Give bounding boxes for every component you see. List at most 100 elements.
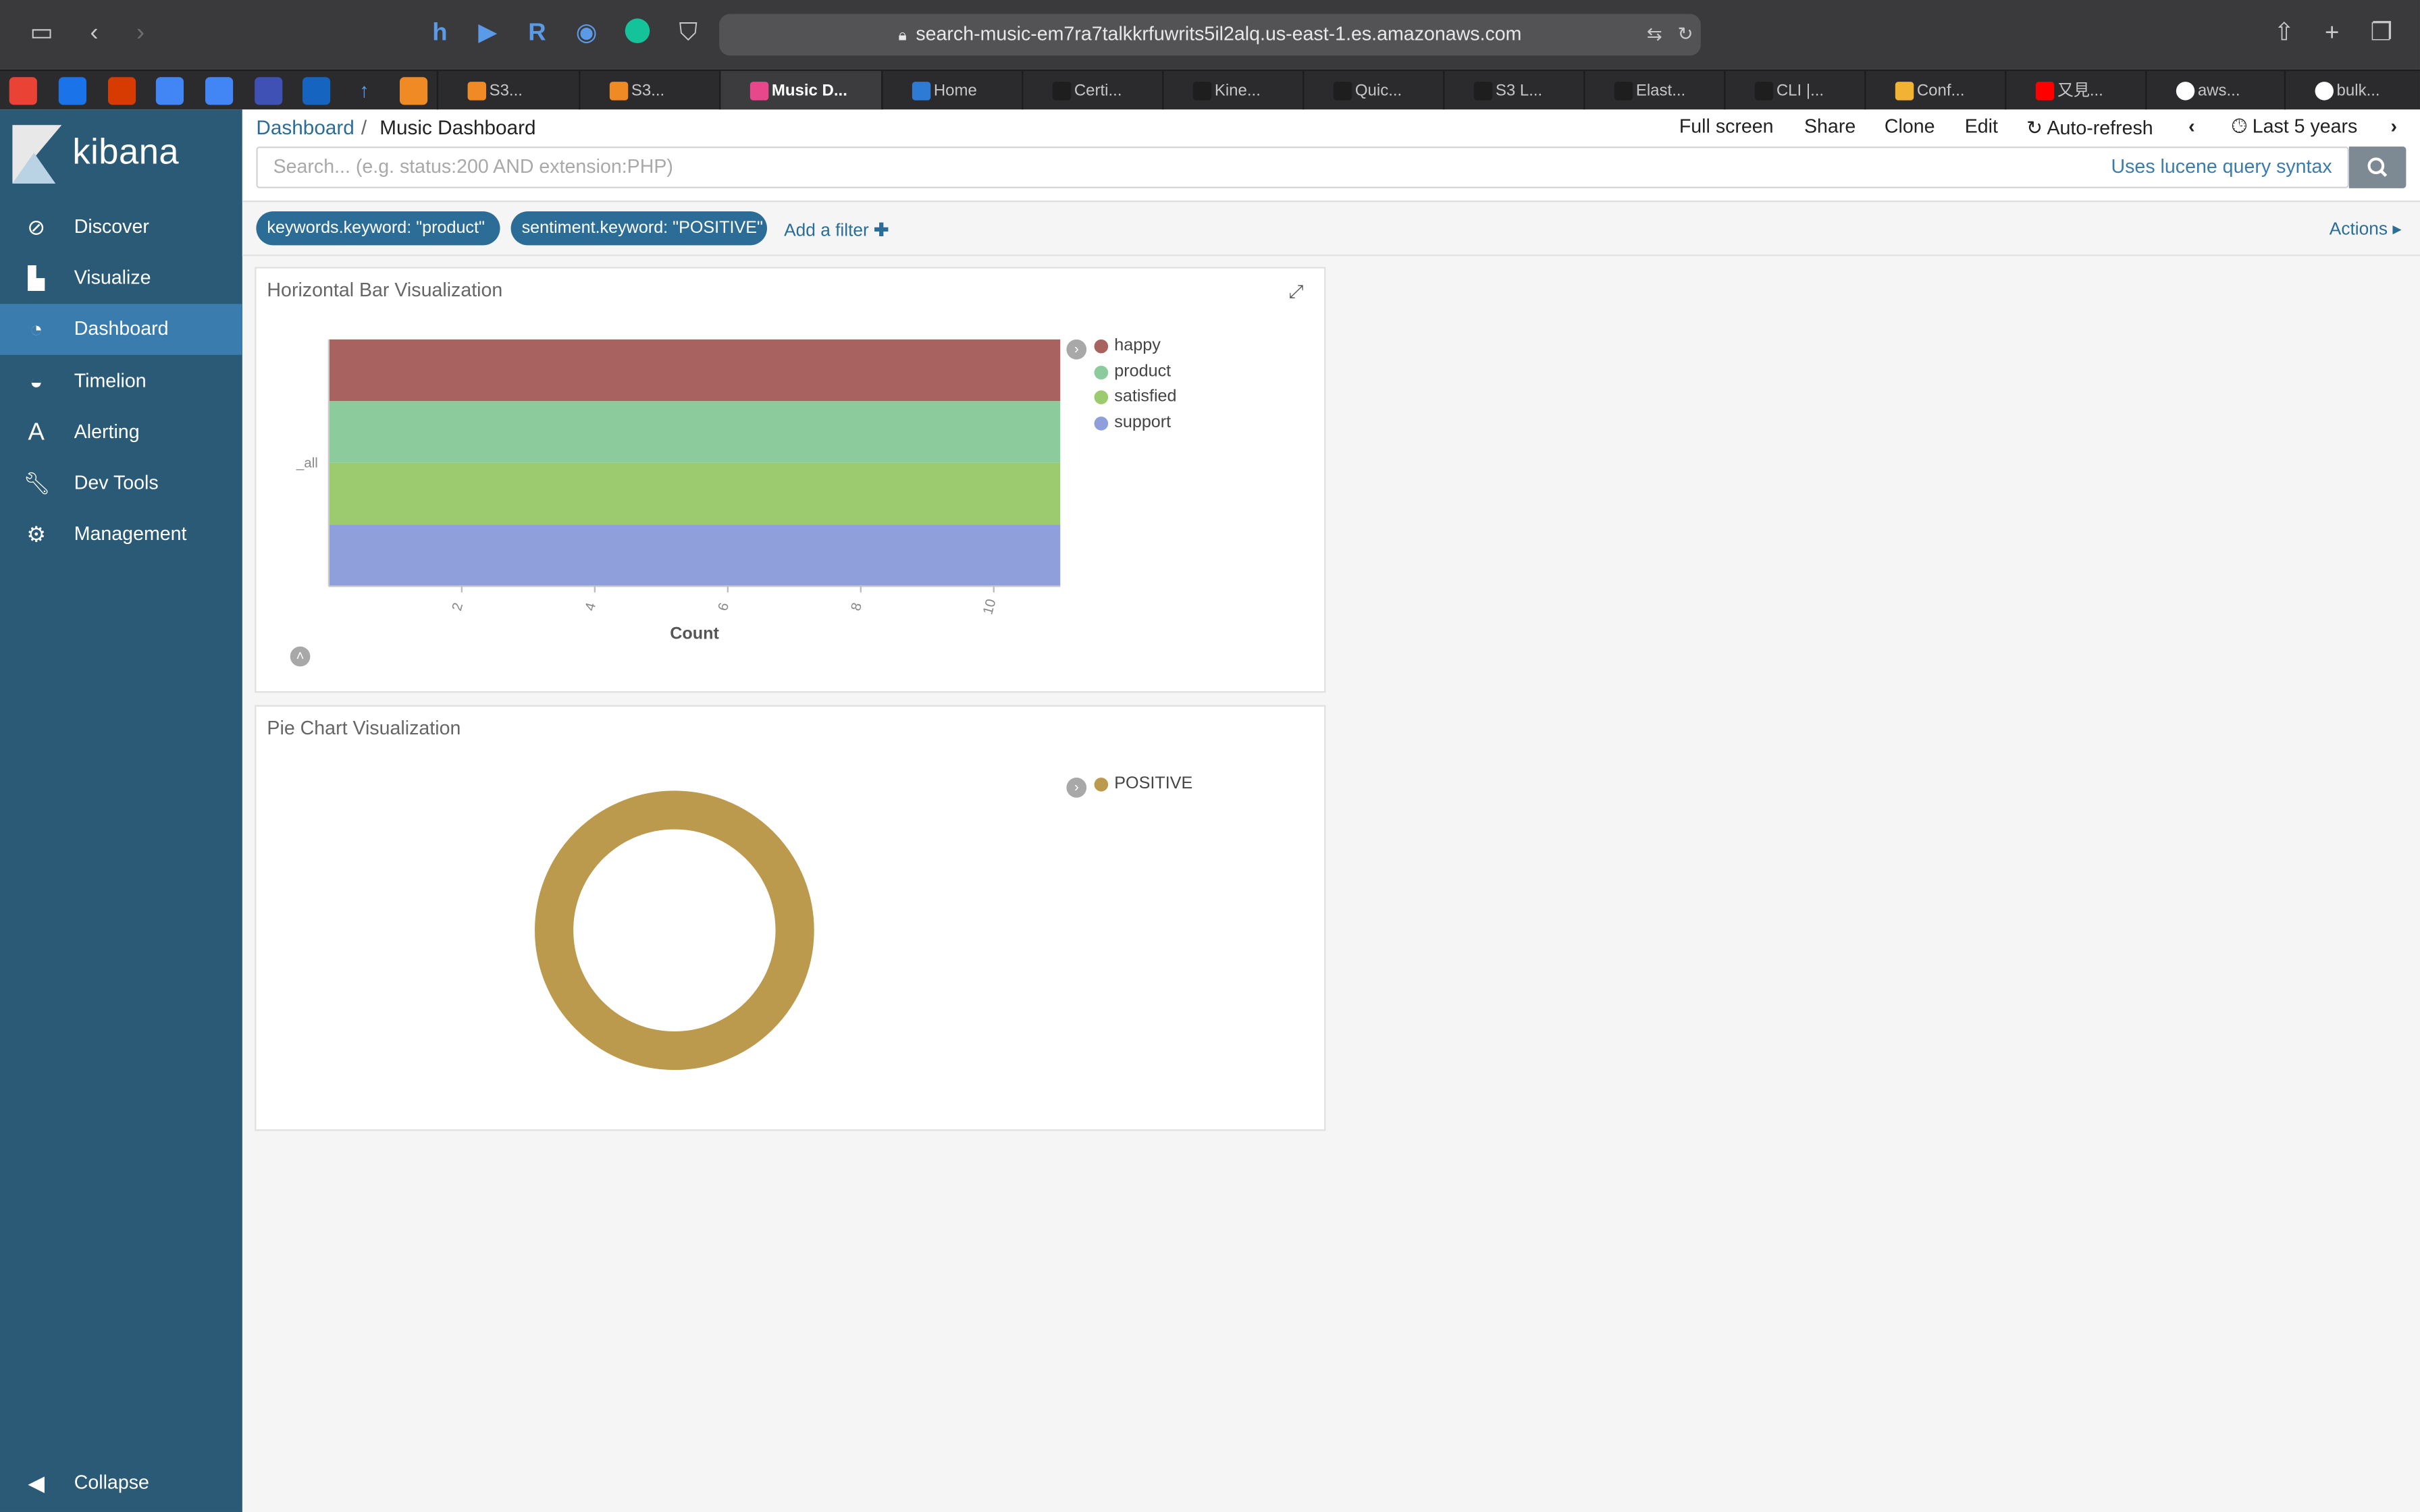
sidebar-toggle-icon[interactable]: ▭: [26, 18, 57, 49]
extension-r-icon[interactable]: R: [522, 18, 553, 49]
edit-button[interactable]: Edit: [1965, 115, 1998, 137]
legend-item[interactable]: support: [1094, 412, 1172, 433]
nav-timelion[interactable]: ◒ Timelion: [0, 356, 242, 407]
nav-dashboard[interactable]: ◔ Dashboard: [0, 304, 242, 355]
share-button[interactable]: Share: [1804, 115, 1856, 137]
legend-label: product: [1114, 362, 1172, 381]
search-button[interactable]: [2348, 146, 2406, 188]
browser-tab[interactable]: S3...: [436, 71, 579, 111]
back-icon[interactable]: ‹: [79, 18, 110, 49]
nav-discover[interactable]: ⊘ Discover: [0, 202, 242, 252]
brand-name: kibana: [72, 131, 180, 171]
browser-tab-active[interactable]: Music D...: [719, 71, 882, 111]
add-filter-button[interactable]: Add a filter ✚: [784, 219, 889, 240]
nav-dev-tools[interactable]: 🔧︎ Dev Tools: [0, 458, 242, 509]
legend-item[interactable]: satisfied: [1094, 386, 1177, 408]
page-icon: [1754, 82, 1774, 101]
extension-h-icon[interactable]: h: [425, 18, 456, 49]
reload-icon[interactable]: ↻: [1670, 18, 1701, 49]
bar-segment[interactable]: [328, 401, 1061, 463]
dashboard-gauge-icon: ◔: [30, 316, 43, 342]
filter-pill-sentiment[interactable]: sentiment.keyword: "POSITIVE": [510, 211, 767, 246]
auto-refresh-button[interactable]: ↻ Auto-refresh: [2026, 115, 2153, 139]
shield-icon[interactable]: ⛉: [673, 18, 704, 49]
outlook-pin-icon[interactable]: [58, 77, 86, 105]
pie-slice[interactable]: [534, 790, 814, 1071]
page-title: Music Dashboard: [379, 115, 536, 139]
browser-tab[interactable]: Home: [881, 71, 1022, 111]
filter-pill-keywords[interactable]: keywords.keyword: "product": [256, 211, 500, 246]
x-tick-label: 6: [715, 601, 732, 612]
browser-tab[interactable]: Quic...: [1303, 71, 1443, 111]
gmail-pin-icon[interactable]: [9, 77, 37, 105]
bar-segment[interactable]: [328, 339, 1061, 402]
legend-dot-icon: [1094, 777, 1109, 792]
bar-chart-icon: ▙: [28, 265, 45, 290]
browser-toolbar: ▭ ‹ › h ▶ R ◉ ⛉ 🔒︎ search-music-em7ra7tal…: [0, 0, 2420, 70]
translate-icon[interactable]: ⇆: [1639, 18, 1670, 49]
legend-label: support: [1114, 413, 1172, 433]
translate-pin-icon[interactable]: [205, 77, 234, 105]
y-tick-label: _all: [296, 456, 318, 471]
legend-toggle-icon[interactable]: ›: [1066, 777, 1087, 798]
legend-item[interactable]: product: [1094, 360, 1172, 382]
nav-visualize[interactable]: ▙ Visualize: [0, 253, 242, 304]
browser-tab[interactable]: Certi...: [1022, 71, 1162, 111]
legend-dot-icon: [1094, 364, 1109, 379]
legend-dot-icon: [1094, 339, 1109, 354]
quicksight-icon: [912, 82, 931, 101]
tab-overview-icon[interactable]: ❐: [2366, 18, 2397, 49]
arrow-pin-icon[interactable]: ↑: [350, 77, 378, 105]
browser-tab[interactable]: S3...: [579, 71, 719, 111]
browser-tab[interactable]: Elast...: [1583, 71, 1724, 111]
time-picker-button[interactable]: 🕒︎ Last 5 years: [2232, 115, 2357, 138]
translate-pin-icon[interactable]: [155, 77, 184, 105]
legend-toggle-icon[interactable]: ›: [1066, 339, 1087, 360]
full-screen-button[interactable]: Full screen: [1679, 115, 1774, 137]
new-tab-icon[interactable]: +: [2317, 18, 2348, 49]
browser-tab[interactable]: bulk...: [2284, 71, 2420, 111]
address-bar[interactable]: 🔒︎ search-music-em7ra7talkkrfuwrits5il2al…: [719, 14, 1701, 56]
aws-pin-icon[interactable]: [399, 77, 428, 105]
collapse-button[interactable]: ◀ Collapse: [0, 1458, 242, 1509]
extension-play-icon[interactable]: ▶: [472, 18, 503, 49]
nav-alerting[interactable]: A Alerting: [0, 407, 242, 458]
browser-tab[interactable]: aws...: [2145, 71, 2284, 111]
browser-tab[interactable]: Conf...: [1864, 71, 2005, 111]
clone-button[interactable]: Clone: [1885, 115, 1935, 137]
collapse-left-icon: ◀: [28, 1470, 45, 1495]
x-tick-label: 10: [980, 597, 999, 616]
browser-tab[interactable]: Kine...: [1162, 71, 1303, 111]
legend-label: satisfied: [1114, 387, 1177, 407]
page-icon: [1192, 82, 1212, 101]
browser-tab[interactable]: 又見...: [2005, 71, 2145, 111]
lucene-syntax-link[interactable]: Uses lucene query syntax: [2111, 148, 2332, 186]
nav-management[interactable]: ⚙︎ Management: [0, 509, 242, 560]
legend-collapse-icon[interactable]: ˄: [290, 646, 311, 667]
google-icon: [2315, 82, 2334, 101]
legend-item[interactable]: happy: [1094, 335, 1161, 356]
breadcrumb-root[interactable]: Dashboard: [256, 115, 354, 138]
office-pin-icon[interactable]: [107, 77, 136, 105]
query-bar: Search... (e.g. status:200 AND extension…: [242, 146, 2420, 202]
calendar-pin-icon[interactable]: [255, 77, 283, 105]
time-back-icon[interactable]: ‹: [2188, 115, 2195, 137]
time-forward-icon[interactable]: ›: [2391, 115, 2398, 137]
bar-segment[interactable]: [328, 524, 1061, 587]
actions-button[interactable]: Actions ▸: [2330, 217, 2402, 239]
aws-s3-icon: [609, 82, 629, 101]
bar-segment[interactable]: [328, 462, 1061, 525]
app-pin-icon[interactable]: [302, 77, 331, 105]
extension-grammarly-icon[interactable]: [622, 18, 653, 49]
share-icon[interactable]: ⇧: [2269, 18, 2300, 49]
browser-tab[interactable]: CLI |...: [1724, 71, 1864, 111]
pie-chart-panel: Pie Chart Visualization › POSITIVE: [255, 705, 1326, 1131]
extension-1password-icon[interactable]: ◉: [571, 18, 602, 49]
forward-icon[interactable]: ›: [125, 18, 156, 49]
browser-tab[interactable]: S3 L...: [1443, 71, 1583, 111]
pie-chart: [534, 790, 814, 1071]
search-input[interactable]: Search... (e.g. status:200 AND extension…: [256, 146, 2349, 188]
kibana-icon: [749, 82, 769, 101]
search-placeholder: Search... (e.g. status:200 AND extension…: [273, 155, 673, 178]
legend-item[interactable]: POSITIVE: [1094, 773, 1192, 794]
